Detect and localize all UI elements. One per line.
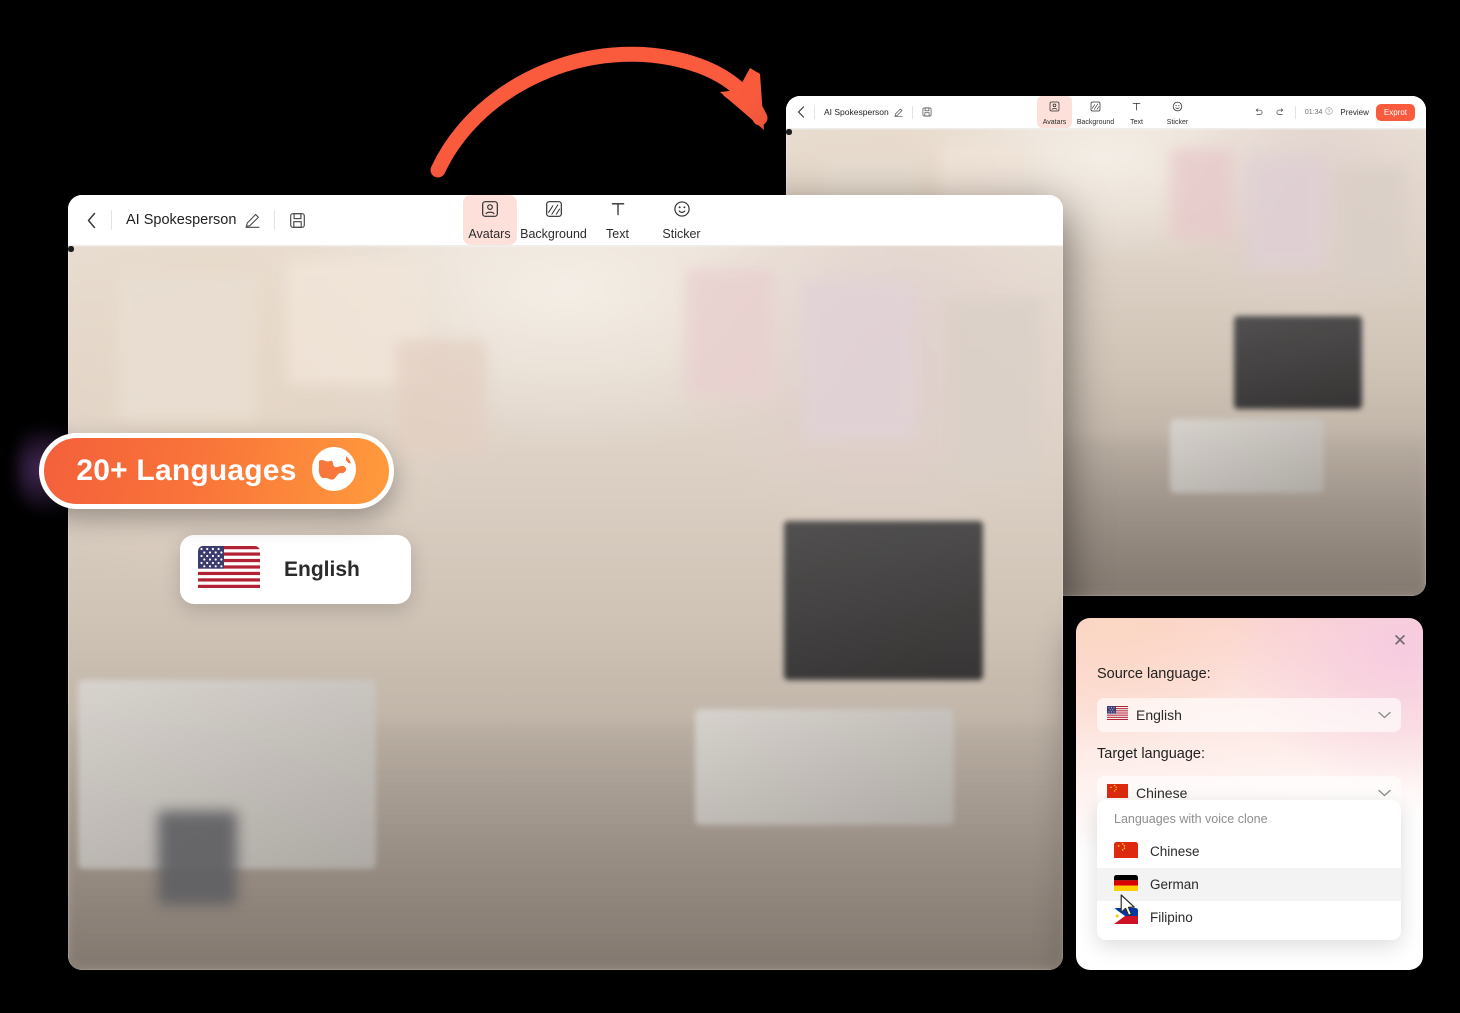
duration-value: 01:34 — [1304, 108, 1323, 116]
dropdown-group-header: Languages with voice clone — [1114, 812, 1268, 826]
target-language-label: Target language: — [1097, 746, 1206, 762]
export-button[interactable]: Exprot — [1375, 103, 1415, 121]
languages-promo-label: 20+ Languages — [76, 454, 297, 487]
translate-language-panel: ✕ Source language: English Target langua… — [1076, 618, 1423, 970]
info-circle-icon[interactable] — [1325, 107, 1334, 117]
languages-promo-pill[interactable]: 20+ Languages — [39, 433, 394, 509]
tab-background-label: Background — [1076, 119, 1115, 126]
language-badge-english[interactable]: English — [180, 535, 411, 604]
background-icon — [545, 200, 563, 223]
dropdown-item-filipino[interactable]: Filipino — [1097, 901, 1401, 934]
secondary-tool-tabs: Avatars Background Text Sticker — [1037, 96, 1195, 128]
duration-display: 01:34 — [1305, 107, 1334, 117]
divider — [911, 105, 913, 119]
dropdown-item-label: Chinese — [1150, 844, 1200, 859]
curved-arrow-icon — [430, 46, 768, 178]
source-language-label: Source language: — [1097, 666, 1211, 682]
language-badge-label: English — [284, 557, 360, 581]
tab-avatars-label: Avatars — [1042, 119, 1067, 126]
sticker-smiley-icon — [1172, 99, 1183, 117]
flag-philippines — [1114, 908, 1138, 927]
tab-text-label: Text — [606, 227, 629, 241]
divider — [111, 210, 112, 230]
save-disk-icon[interactable] — [922, 107, 932, 117]
flag-usa — [198, 546, 260, 593]
avatar-icon — [481, 200, 499, 223]
background-icon — [1090, 99, 1101, 117]
avatar-icon — [1049, 99, 1060, 117]
office-scene-image — [68, 246, 1063, 970]
tab-avatars-label: Avatars — [468, 227, 511, 241]
pencil-icon[interactable] — [245, 213, 260, 228]
text-icon — [609, 200, 627, 223]
dropdown-item-label: German — [1150, 877, 1199, 892]
redo-icon[interactable] — [1275, 107, 1286, 118]
flag-china — [1114, 842, 1138, 861]
target-language-value: Chinese — [1136, 785, 1188, 801]
main-editor-window: AI Spokesperson Avatars Background Text … — [68, 195, 1063, 970]
close-icon[interactable]: ✕ — [1390, 630, 1410, 650]
main-video-canvas[interactable]: English Hello, Let Me Introduce Our Prod… — [68, 246, 1063, 970]
divider — [1294, 105, 1296, 119]
tab-background[interactable]: Background — [1076, 96, 1115, 128]
tab-avatars[interactable]: Avatars — [1037, 96, 1072, 128]
chevron-down-icon — [1378, 706, 1391, 724]
source-language-select[interactable]: English — [1097, 698, 1401, 732]
tab-text[interactable]: Text — [1119, 96, 1154, 128]
dropdown-item-german[interactable]: German — [1097, 868, 1401, 901]
secondary-toolbar: AI Spokesperson Avatars Background Text … — [786, 96, 1426, 129]
tab-sticker[interactable]: Sticker — [1160, 96, 1195, 128]
tab-sticker-label: Sticker — [662, 227, 701, 241]
source-language-value: English — [1136, 707, 1182, 723]
dropdown-item-chinese[interactable]: Chinese — [1097, 835, 1401, 868]
dropdown-item-label: Filipino — [1150, 910, 1193, 925]
flag-usa — [1107, 705, 1128, 725]
back-button[interactable] — [86, 212, 97, 229]
main-tool-tabs: Avatars Background Text Sticker — [462, 195, 709, 245]
project-title: AI Spokesperson — [126, 212, 237, 228]
tab-sticker[interactable]: Sticker — [655, 195, 709, 245]
back-button[interactable] — [797, 106, 805, 118]
tab-background-label: Background — [520, 227, 587, 241]
tab-sticker-label: Sticker — [1166, 119, 1189, 126]
pencil-icon[interactable] — [894, 108, 903, 117]
text-icon — [1131, 99, 1142, 117]
tab-text-label: Text — [1130, 119, 1143, 126]
divider — [814, 105, 815, 119]
secondary-toolbar-right: 01:34 Preview Exprot — [1253, 103, 1415, 121]
undo-icon[interactable] — [1253, 107, 1264, 118]
main-toolbar: AI Spokesperson Avatars Background Text … — [68, 195, 1063, 246]
flag-germany — [1114, 875, 1138, 894]
secondary-toolbar-left: AI Spokesperson — [797, 105, 932, 119]
divider — [274, 210, 276, 230]
globe-icon — [311, 446, 357, 497]
target-language-dropdown: Languages with voice clone Chinese Germa… — [1097, 800, 1401, 940]
project-title: AI Spokesperson — [824, 107, 889, 117]
save-disk-icon[interactable] — [289, 212, 306, 229]
sticker-smiley-icon — [673, 200, 691, 223]
tab-background[interactable]: Background — [520, 195, 587, 245]
tab-text[interactable]: Text — [591, 195, 645, 245]
main-toolbar-left: AI Spokesperson — [86, 210, 306, 230]
screenshot-root: AI Spokesperson Avatars Background Text … — [0, 0, 1460, 1013]
tab-avatars[interactable]: Avatars — [462, 195, 517, 245]
preview-button[interactable]: Preview — [1333, 103, 1376, 121]
